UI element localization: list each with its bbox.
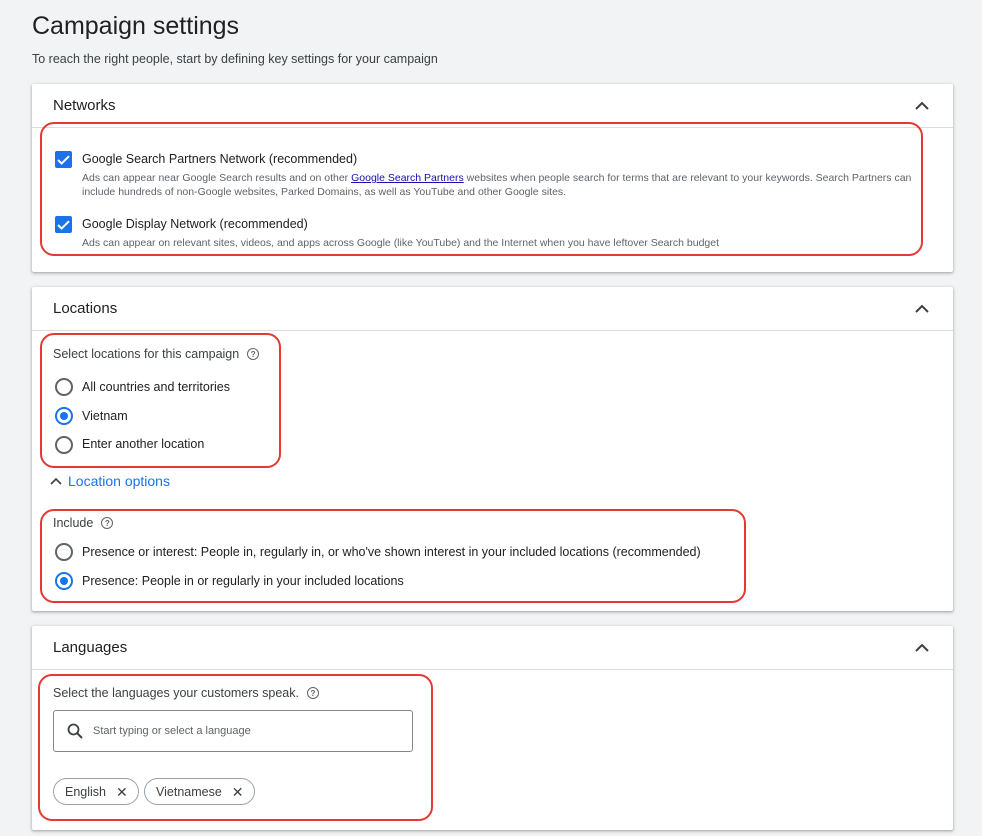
close-icon[interactable]: ✕ [116, 785, 128, 799]
page-subtitle: To reach the right people, start by defi… [32, 52, 438, 66]
language-chip-english: English ✕ [53, 778, 139, 805]
language-chip-vietnamese: Vietnamese ✕ [144, 778, 255, 805]
radio-vietnam[interactable] [55, 407, 73, 425]
search-partners-desc-before: Ads can appear near Google Search result… [82, 172, 352, 184]
language-chip-label: English [65, 784, 106, 799]
help-circle-icon[interactable]: ? [306, 687, 319, 699]
networks-card: Networks Google Search Partners Network … [32, 84, 953, 272]
select-languages-label: Select the languages your customers spea… [53, 686, 319, 700]
networks-title: Networks [53, 97, 116, 114]
close-icon[interactable]: ✕ [232, 785, 244, 799]
radio-all-countries-label: All countries and territories [82, 380, 230, 394]
location-options-toggle[interactable]: Location options [50, 473, 170, 489]
search-partners-label: Google Search Partners Network (recommen… [82, 152, 358, 166]
check-icon [57, 219, 70, 230]
languages-header[interactable]: Languages [32, 626, 953, 670]
display-network-desc: Ads can appear on relevant sites, videos… [82, 237, 720, 249]
select-locations-label: Select locations for this campaign ? [53, 347, 260, 361]
display-network-label: Google Display Network (recommended) [82, 217, 308, 231]
radio-presence-or-interest[interactable] [55, 543, 73, 561]
radio-another-location-label: Enter another location [82, 437, 205, 451]
radio-presence[interactable] [55, 572, 73, 590]
language-chip-label: Vietnamese [156, 784, 222, 799]
select-languages-text: Select the languages your customers spea… [53, 686, 299, 700]
display-network-checkbox[interactable] [55, 216, 72, 233]
radio-another-location[interactable] [55, 436, 73, 454]
search-icon [67, 723, 83, 739]
search-partners-checkbox[interactable] [55, 151, 72, 168]
locations-card: Locations Select locations for this camp… [32, 287, 953, 611]
location-options-label: Location options [68, 473, 170, 489]
radio-all-countries[interactable] [55, 378, 73, 396]
include-text: Include [53, 516, 94, 530]
chevron-up-icon[interactable] [911, 637, 933, 659]
language-search-input[interactable] [91, 724, 391, 738]
select-locations-text: Select locations for this campaign [53, 347, 240, 361]
google-search-partners-link[interactable]: Google Search Partners [351, 172, 464, 184]
search-partners-desc: Ads can appear near Google Search result… [82, 171, 922, 199]
language-search-field[interactable] [53, 710, 413, 752]
locations-header[interactable]: Locations [32, 287, 953, 331]
check-icon [57, 154, 70, 165]
help-circle-icon[interactable]: ? [247, 348, 260, 360]
networks-header[interactable]: Networks [32, 84, 953, 128]
radio-vietnam-label: Vietnam [82, 409, 128, 423]
chevron-up-icon[interactable] [911, 95, 933, 117]
languages-card: Languages Select the languages your cust… [32, 626, 953, 830]
help-circle-icon[interactable]: ? [101, 517, 114, 529]
radio-presence-label: Presence: People in or regularly in your… [82, 574, 404, 588]
languages-title: Languages [53, 639, 128, 656]
chevron-up-icon[interactable] [911, 298, 933, 320]
include-label: Include ? [53, 516, 114, 530]
chevron-up-icon [50, 477, 62, 485]
page-title: Campaign settings [32, 12, 240, 40]
locations-title: Locations [53, 300, 118, 317]
radio-presence-or-interest-label: Presence or interest: People in, regular… [82, 545, 701, 559]
